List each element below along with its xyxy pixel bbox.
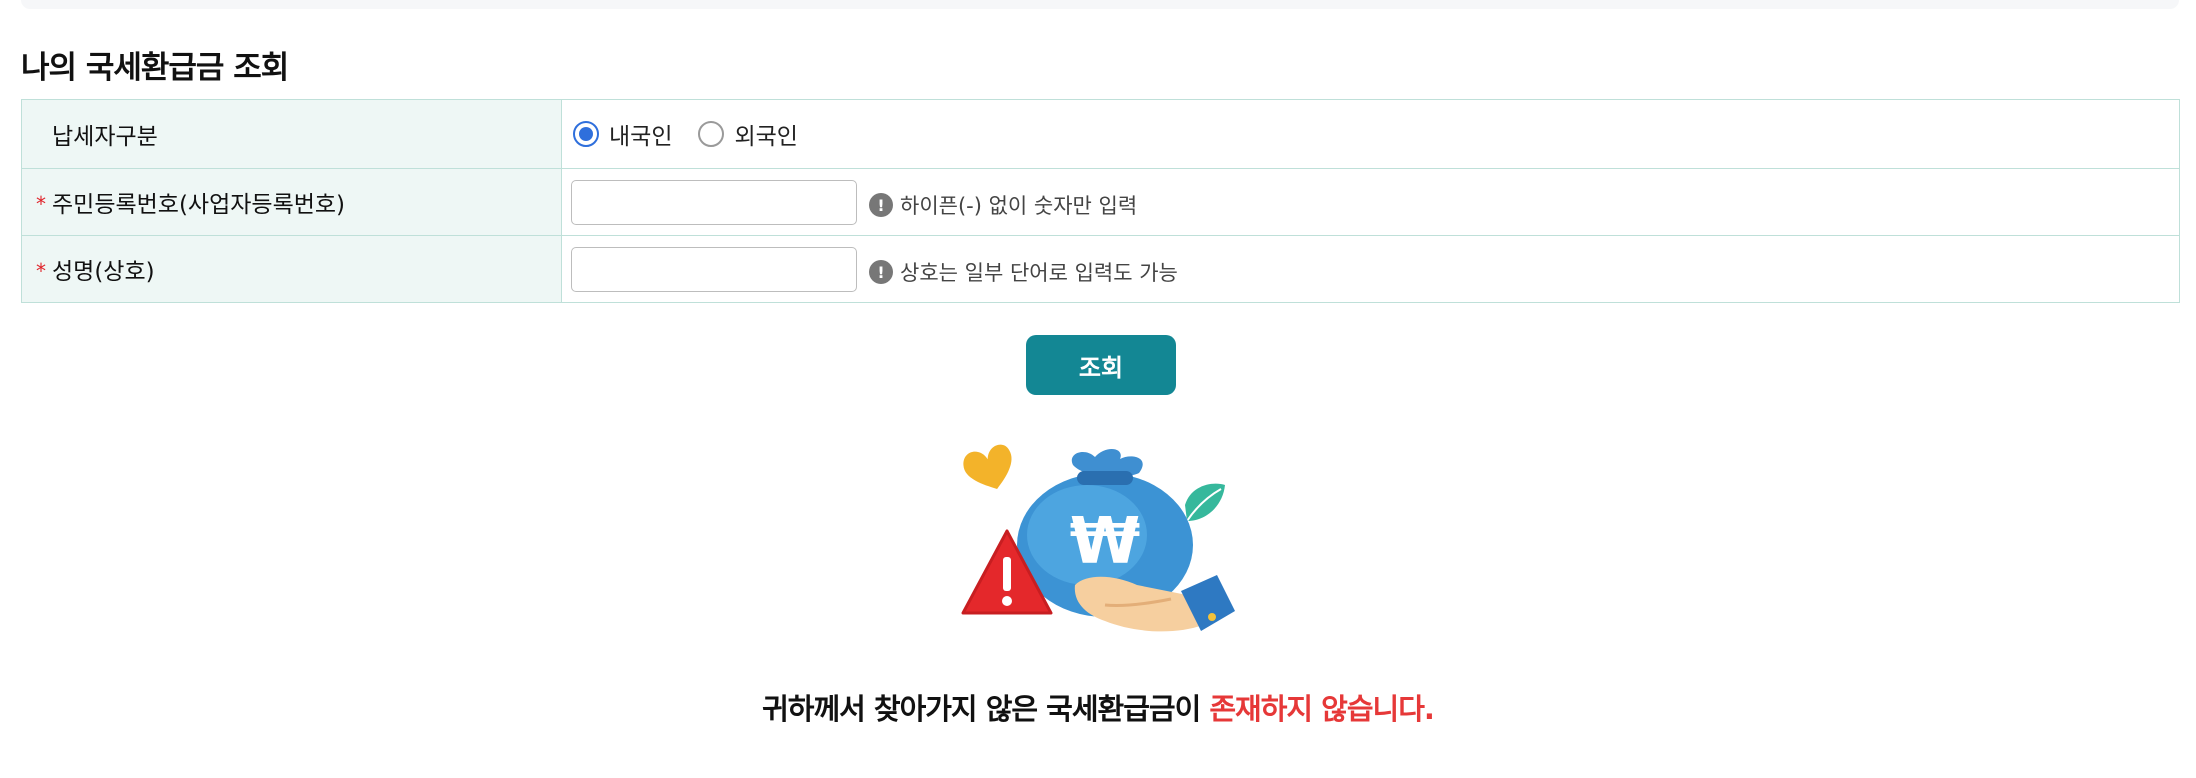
money-bag-warning-icon: ₩: [961, 444, 1235, 632]
resident-number-input[interactable]: [571, 179, 857, 225]
currency-symbol: ₩: [1070, 505, 1141, 579]
resident-number-header: * 주민등록번호(사업자등록번호): [21, 168, 562, 236]
page-title: 나의 국세환급금 조회: [21, 50, 289, 86]
taxpayer-type-cell: 내국인 외국인: [561, 99, 2180, 169]
taxpayer-type-label: 납세자구분: [52, 124, 158, 150]
radio-domestic[interactable]: [573, 121, 599, 147]
name-hint-text: 상호는 일부 단어로 입력도 가능: [900, 261, 1178, 285]
refund-search-form: 납세자구분 내국인 외국인 * 주민등록번호(사업자등록번호) ! 하이픈(-)…: [21, 99, 2180, 303]
required-mark: *: [36, 259, 46, 283]
taxpayer-type-radio-group: 내국인 외국인: [562, 117, 2179, 151]
radio-domestic-label[interactable]: 내국인: [609, 117, 672, 151]
search-button[interactable]: 조회: [1026, 335, 1176, 395]
radio-selected-dot: [579, 127, 593, 141]
resident-number-hint: ! 하이픈(-) 없이 숫자만 입력: [869, 190, 1137, 220]
name-header: * 성명(상호): [21, 235, 562, 303]
result-message: 귀하께서 찾아가지 않은 국세환급금이 존재하지 않습니다.: [0, 686, 2196, 728]
resident-number-cell: ! 하이픈(-) 없이 숫자만 입력: [561, 168, 2180, 236]
name-cell: ! 상호는 일부 단어로 입력도 가능: [561, 235, 2180, 303]
info-exclamation-icon: !: [869, 193, 893, 217]
result-message-highlight: 존재하지 않습니다.: [1209, 692, 1435, 726]
result-message-main: 귀하께서 찾아가지 않은 국세환급금이: [762, 692, 1210, 726]
heart-icon: [963, 444, 1012, 489]
name-row: * 성명(상호) ! 상호는 일부 단어로 입력도 가능: [21, 235, 2180, 303]
resident-number-row: * 주민등록번호(사업자등록번호) ! 하이픈(-) 없이 숫자만 입력: [21, 168, 2180, 236]
name-label: 성명(상호): [52, 259, 155, 285]
name-input[interactable]: [571, 246, 857, 292]
top-panel-edge: [21, 0, 2179, 9]
resident-number-hint-text: 하이픈(-) 없이 숫자만 입력: [900, 194, 1138, 218]
info-exclamation-icon: !: [869, 260, 893, 284]
resident-number-label: 주민등록번호(사업자등록번호): [52, 192, 346, 218]
name-hint: ! 상호는 일부 단어로 입력도 가능: [869, 257, 1178, 287]
required-mark: *: [36, 192, 46, 216]
radio-foreigner-label[interactable]: 외국인: [734, 117, 797, 151]
radio-foreigner[interactable]: [698, 121, 725, 147]
taxpayer-type-header: 납세자구분: [21, 99, 562, 169]
taxpayer-type-row: 납세자구분 내국인 외국인: [21, 99, 2180, 169]
